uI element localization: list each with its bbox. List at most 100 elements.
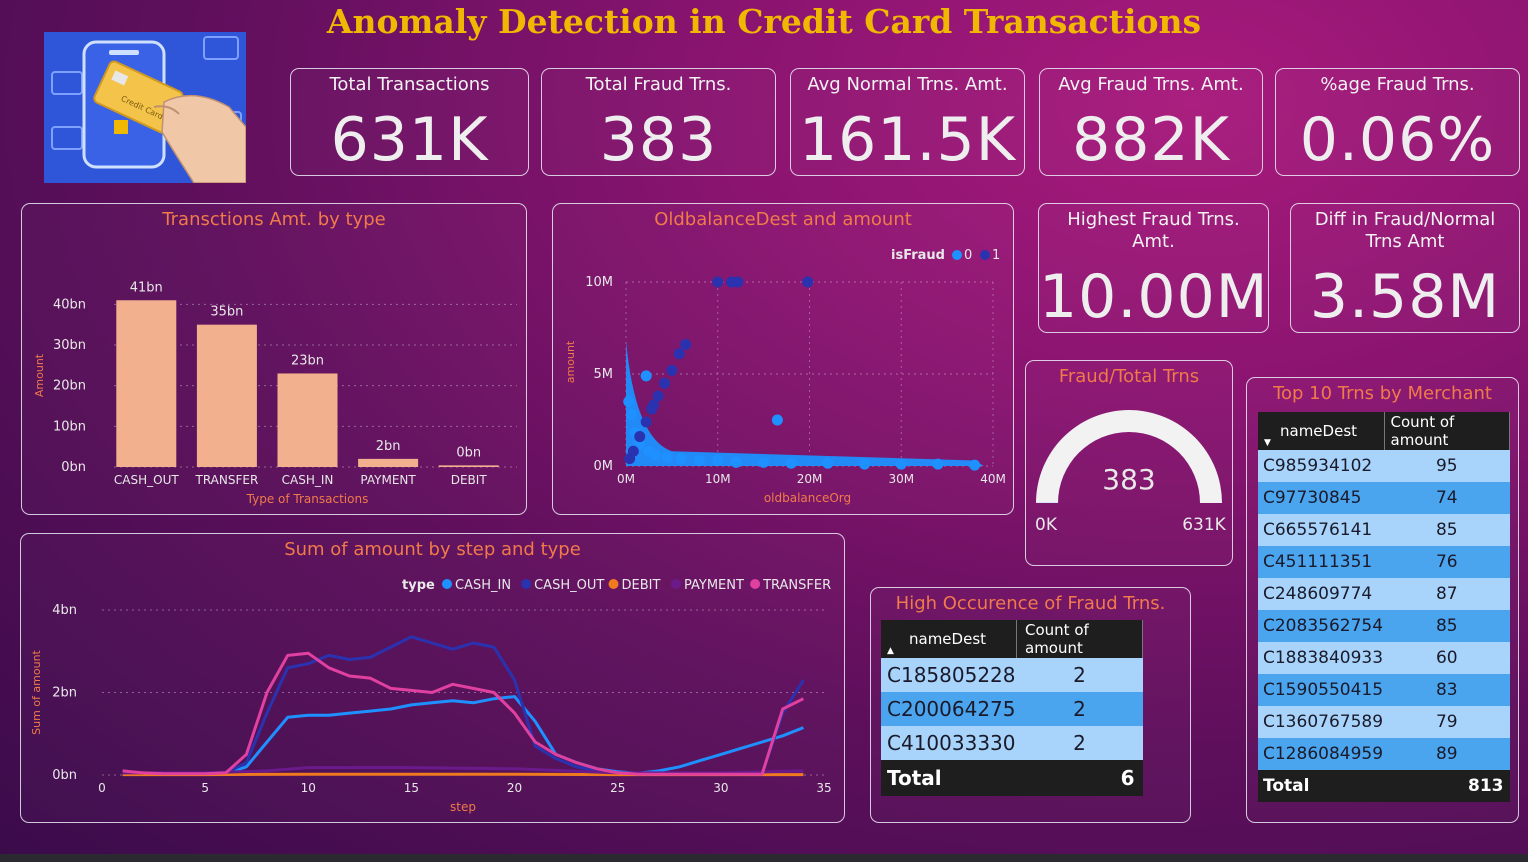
merchant-table-panel[interactable]: Top 10 Trns by Merchant nameDest ▼ Count… [1246,377,1519,823]
legend-marker-1 [980,250,990,260]
kpi-avg-normal[interactable]: Avg Normal Trns. Amt. 161.5K [790,68,1025,176]
y-tick-label: 2bn [52,686,77,701]
cell-count: 95 [1384,450,1510,482]
kpi-label: Avg Normal Trns. Amt. [807,74,1008,95]
kpi-avg-fraud[interactable]: Avg Fraud Trns. Amt. 882K [1039,68,1263,176]
line-chart-panel[interactable]: Sum of amount by step and type 0bn 2bn 4bn… [20,533,845,823]
cell-namedest: C97730845 [1258,482,1385,514]
scatter-point [802,276,814,288]
bar-chart-panel[interactable]: Transctions Amt. by type 0bn 10bn 20bn 30bn… [21,203,527,515]
table-row[interactable]: C1883840933 60 [1258,642,1510,674]
scatter-point [673,348,685,360]
table-row[interactable]: C665576141 85 [1258,514,1510,546]
column-header-count[interactable]: Count of amount [1384,412,1511,450]
scatter-point [895,458,907,470]
cell-count: 83 [1384,674,1510,706]
legend-label: 1 [992,248,1000,263]
data-label: 23bn [291,353,324,368]
cell-namedest: C1286084959 [1258,738,1385,770]
table-row[interactable]: C985934102 95 [1258,450,1510,482]
kpi-value: 3.58M [1309,262,1501,332]
gauge-max-label: 631K [1182,515,1226,535]
y-tick-label: 0bn [52,768,77,783]
gauge-panel[interactable]: Fraud/Total Trns 383 0K 631K [1025,360,1233,566]
kpi-label: Total Transactions [329,74,490,95]
column-header-namedest[interactable]: nameDest ▼ [1258,412,1385,450]
kpi-highest-fraud[interactable]: Highest Fraud Trns. Amt. 10.00M [1038,203,1269,333]
cell-count: 85 [1384,610,1510,642]
cell-namedest: C185805228 [881,658,1017,692]
scatter-point [693,454,705,466]
column-header-count[interactable]: Count of amount [1016,620,1143,658]
table-row[interactable]: C2083562754 85 [1258,610,1510,642]
scatter-point [732,276,744,288]
sort-desc-icon: ▼ [1264,438,1271,448]
legend-marker [521,579,532,589]
kpi-diff-fraud-normal[interactable]: Diff in Fraud/Normal Trns Amt 3.58M [1290,203,1520,333]
fraud-table-title: High Occurence of Fraud Trns. [895,593,1166,614]
legend-marker-0 [952,250,962,260]
table-row[interactable]: C185805228 2 [881,658,1143,692]
scatter-chart-panel[interactable]: OldbalanceDest and amount 0M 5M 10M 0M 10M 20… [552,203,1014,515]
kpi-value: 383 [599,105,718,175]
kpi-percentage-fraud[interactable]: %age Fraud Trns. 0.06% [1275,68,1520,176]
x-tick-label: 35 [816,781,831,795]
total-value: 6 [1016,760,1143,796]
x-axis-label: Type of Transactions [246,492,369,506]
data-label: 35bn [210,305,243,320]
table-row[interactable]: C200064275 2 [881,692,1143,726]
legend-marker [608,579,619,589]
scatter-point [771,414,783,426]
x-axis-label: step [450,800,476,814]
bar-chart: 0bn 10bn 20bn 30bn 40bn 41bn CASH_OUT 35bn TRANS… [33,280,517,506]
table-row[interactable]: C97730845 74 [1258,482,1510,514]
cell-namedest: C1883840933 [1258,642,1385,674]
kpi-value: 882K [1072,105,1230,175]
kpi-value: 0.06% [1299,105,1496,175]
data-label: 2bn [376,439,401,454]
x-tick-label: PAYMENT [360,473,416,487]
table-row[interactable]: C410033330 2 [881,726,1143,760]
kpi-value: 161.5K [798,105,1017,175]
scatter-point [659,377,671,389]
cell-namedest: C985934102 [1258,450,1385,482]
table-row[interactable]: C1590550415 83 [1258,674,1510,706]
gauge-value: 383 [1102,463,1155,496]
kpi-total-fraud[interactable]: Total Fraud Trns. 383 [541,68,776,176]
scatter-point [623,396,635,408]
total-row: Total 6 [881,760,1143,796]
x-tick-label: 10M [705,472,731,486]
bottom-scrollbar[interactable] [0,854,1528,862]
scatter-point [785,457,797,469]
kpi-label: Highest Fraud Trns. Amt. [1067,209,1240,252]
scatter-point [712,454,724,466]
cell-namedest: C410033330 [881,726,1017,760]
scatter-point [648,399,660,411]
fraud-table: nameDest ▲ Count of amount C185805228 2 … [881,620,1143,796]
cell-namedest: C451111351 [1258,546,1385,578]
x-tick-label: CASH_OUT [114,473,179,487]
gauge-chart: 383 0K 631K [1035,410,1227,535]
scatter-point [649,449,661,461]
x-tick-label: 15 [404,781,419,795]
table-row[interactable]: C248609774 87 [1258,578,1510,610]
scatter-point [859,458,871,470]
total-row: Total 813 [1258,770,1510,802]
legend-marker [442,579,452,589]
column-header-namedest[interactable]: nameDest ▲ [881,620,1017,658]
table-row[interactable]: C1360767589 79 [1258,706,1510,738]
table-row[interactable]: C1286084959 89 [1258,738,1510,770]
legend-label: 0 [964,248,972,263]
fraud-table-panel[interactable]: High Occurence of Fraud Trns. nameDest ▲… [870,587,1191,823]
cell-count: 89 [1384,738,1510,770]
scatter-point [666,364,678,376]
bar [438,465,499,467]
kpi-value: 10.00M [1039,262,1269,332]
cell-namedest: C665576141 [1258,514,1385,546]
data-label: 0bn [456,445,481,460]
kpi-total-transactions[interactable]: Total Transactions 631K [290,68,529,176]
table-row[interactable]: C451111351 76 [1258,546,1510,578]
y-tick-label: 10bn [53,419,86,434]
y-tick-label: 0M [594,459,614,474]
scatter-point [712,276,724,288]
